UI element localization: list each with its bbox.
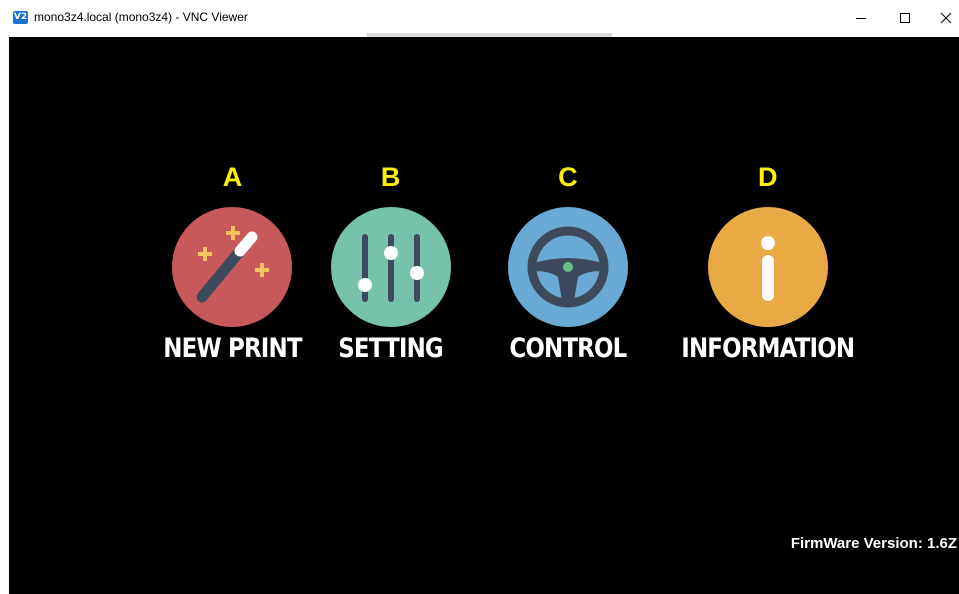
- menu-letter: A: [222, 162, 243, 192]
- information-button[interactable]: [707, 207, 828, 327]
- title-bar[interactable]: V2 mono3z4.local (mono3z4) - VNC Viewer: [0, 0, 959, 35]
- vnc-app-icon: V2: [13, 11, 28, 24]
- minimize-button[interactable]: [841, 0, 881, 35]
- vnc-viewer-window: V2 mono3z4.local (mono3z4) - VNC Viewer …: [0, 0, 959, 594]
- close-icon: [940, 12, 952, 23]
- magic-wand-icon: [196, 226, 270, 303]
- maximize-button[interactable]: [885, 0, 925, 35]
- menu-item-new-print[interactable]: A NEW PRINT: [151, 162, 314, 364]
- maximize-icon: [900, 12, 910, 23]
- steering-wheel-icon: [527, 226, 609, 308]
- minimize-icon: [856, 17, 866, 19]
- window-title: mono3z4.local (mono3z4) - VNC Viewer: [34, 10, 248, 24]
- menu-item-setting[interactable]: B SETTING: [329, 162, 452, 364]
- control-label: CONTROL: [509, 333, 627, 364]
- remote-screen[interactable]: A NEW PRINT B SETTING C CONTROL D INFORM…: [9, 37, 959, 594]
- menu-letter: C: [558, 162, 578, 192]
- firmware-version: FirmWare Version: 1.6Z: [790, 535, 957, 552]
- menu-item-control[interactable]: C CONTROL: [499, 162, 637, 364]
- control-button[interactable]: [507, 207, 628, 327]
- sliders-icon: [357, 234, 424, 302]
- setting-label: SETTING: [338, 333, 444, 364]
- new-print-button[interactable]: [172, 207, 293, 327]
- information-label: INFORMATION: [681, 333, 855, 364]
- info-icon: [760, 236, 775, 301]
- menu-letter: D: [758, 162, 778, 192]
- menu-item-information[interactable]: D INFORMATION: [666, 162, 870, 364]
- new-print-label: NEW PRINT: [163, 333, 302, 364]
- setting-button[interactable]: [330, 207, 451, 327]
- menu-letter: B: [380, 162, 401, 192]
- close-button[interactable]: [926, 0, 959, 35]
